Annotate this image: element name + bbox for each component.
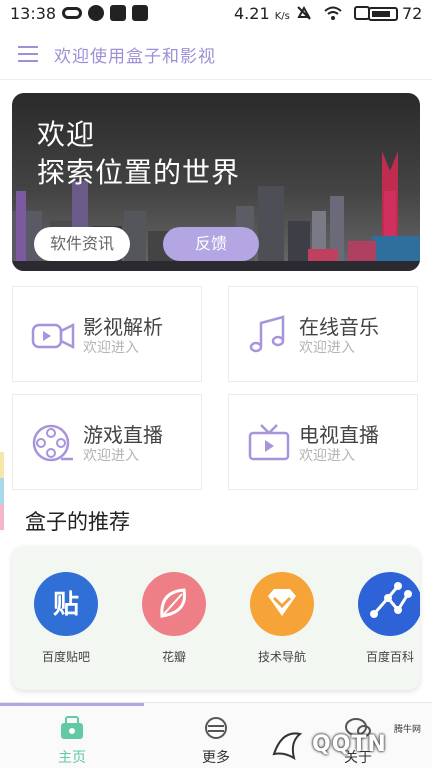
status-bar: 13:38 4.21 K/s 72	[0, 0, 432, 28]
recommend-item-baike[interactable]: 百度百科	[350, 572, 420, 682]
wifi-icon	[324, 6, 342, 20]
tieba-icon: 贴	[34, 572, 98, 636]
film-reel-icon	[32, 424, 73, 462]
feature-card-video-parse[interactable]: 影视解析 欢迎进入	[12, 286, 202, 382]
banner-title-line1: 欢迎	[37, 118, 96, 151]
feature-title: 电视直播	[299, 423, 379, 447]
feature-title: 游戏直播	[83, 423, 163, 447]
recommend-item-tech-nav[interactable]: 技术导航	[242, 572, 322, 682]
watermark-text: QQTN	[312, 732, 387, 757]
page-title: 欢迎使用盒子和影视	[54, 47, 216, 67]
watermark: QQTN 腾牛网	[268, 722, 428, 768]
banner[interactable]: 欢迎 探索位置的世界 软件资讯 反馈	[12, 93, 420, 271]
edge-strip	[0, 478, 4, 504]
feature-subtitle: 欢迎进入	[83, 340, 139, 356]
feature-title: 影视解析	[83, 315, 163, 339]
app-notification-icon	[88, 5, 104, 21]
network-speed: 4.21 K/s	[234, 4, 290, 23]
tieba-icon-text: 贴	[52, 590, 79, 620]
recommend-item-huaban[interactable]: 花瓣	[134, 572, 214, 682]
recommend-label: 百度贴吧	[41, 650, 90, 664]
recommend-item-tieba[interactable]: 贴 百度贴吧	[26, 572, 106, 682]
edge-strip	[0, 504, 4, 530]
feature-card-online-music[interactable]: 在线音乐 欢迎进入	[228, 286, 418, 382]
app-bar: 欢迎使用盒子和影视	[0, 28, 432, 80]
feature-subtitle: 欢迎进入	[299, 448, 355, 464]
notification-icons	[62, 5, 148, 21]
status-time: 13:38	[10, 4, 57, 23]
music-note-icon	[249, 315, 285, 353]
recommend-panel: 贴 百度贴吧 花瓣 技术导航 百度百科	[12, 546, 420, 690]
software-news-button[interactable]: 软件资讯	[34, 227, 130, 261]
system-icons	[296, 5, 370, 21]
edge-strip	[0, 452, 4, 478]
network-speed-value: 4.21	[234, 4, 270, 23]
feature-title: 在线音乐	[299, 315, 379, 339]
feature-subtitle: 欢迎进入	[299, 340, 355, 356]
download-icon	[110, 5, 126, 21]
infinity-icon	[62, 7, 82, 19]
recommend-label: 技术导航	[257, 650, 306, 664]
nav-label: 主页	[58, 750, 86, 766]
home-icon	[61, 716, 83, 739]
more-icon	[205, 717, 227, 739]
s-app-icon	[132, 5, 148, 21]
nav-label: 更多	[202, 750, 230, 766]
battery-icon	[368, 7, 398, 21]
watermark-logo-icon	[272, 732, 303, 761]
watermark-small-text: 腾牛网	[394, 725, 422, 735]
recommend-label: 花瓣	[161, 650, 186, 664]
feature-subtitle: 欢迎进入	[83, 448, 139, 464]
banner-title-line2: 探索位置的世界	[37, 156, 241, 189]
nav-active-indicator	[0, 703, 144, 706]
nav-home[interactable]: 主页	[32, 713, 112, 767]
baike-network-icon	[358, 572, 420, 636]
video-camera-icon	[31, 322, 75, 350]
section-title-recommend: 盒子的推荐	[25, 510, 130, 534]
diamond-icon	[250, 572, 314, 636]
recommend-label: 百度百科	[365, 650, 414, 664]
huaban-petal-icon	[142, 572, 206, 636]
nav-more[interactable]: 更多	[176, 713, 256, 767]
mute-icon	[297, 5, 311, 20]
feedback-button[interactable]: 反馈	[163, 227, 259, 261]
network-speed-unit: K/s	[274, 11, 290, 22]
feature-card-game-live[interactable]: 游戏直播 欢迎进入	[12, 394, 202, 490]
hamburger-menu-icon[interactable]	[18, 46, 38, 62]
tv-icon	[248, 424, 290, 461]
battery-level: 72	[402, 4, 423, 23]
feature-card-tv-live[interactable]: 电视直播 欢迎进入	[228, 394, 418, 490]
